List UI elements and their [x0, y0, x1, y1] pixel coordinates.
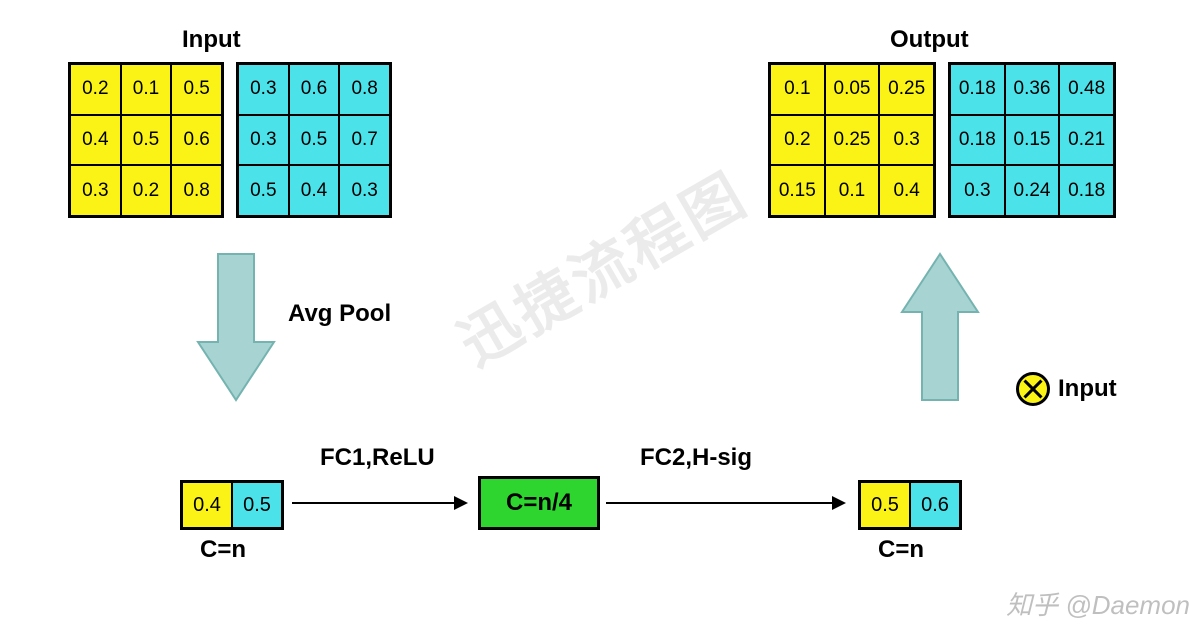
input-grid-yellow: 0.2 0.1 0.5 0.4 0.5 0.6 0.3 0.2 0.8 — [68, 62, 224, 218]
cell: 0.4 — [70, 115, 121, 166]
cell: 0.2 — [121, 165, 172, 216]
arrow-fc2 — [606, 502, 844, 504]
cell: 0.5 — [860, 482, 910, 528]
cell: 0.3 — [70, 165, 121, 216]
cell: 0.8 — [339, 64, 390, 115]
otimes-icon — [1016, 372, 1050, 406]
cell: 0.25 — [825, 115, 880, 166]
cell: 0.3 — [238, 64, 289, 115]
cell: 0.5 — [171, 64, 222, 115]
watermark-center: 迅捷流程图 — [441, 147, 762, 382]
cell: 0.3 — [950, 165, 1005, 216]
bottleneck-label: C=n/4 — [506, 489, 572, 517]
cell: 0.5 — [289, 115, 340, 166]
cell: 0.6 — [289, 64, 340, 115]
arrow-down-icon — [196, 252, 276, 402]
arrow-fc1 — [292, 502, 466, 504]
cell: 0.8 — [171, 165, 222, 216]
cell: 0.2 — [70, 64, 121, 115]
cell: 0.6 — [910, 482, 960, 528]
cell: 0.1 — [770, 64, 825, 115]
cell: 0.15 — [1005, 115, 1060, 166]
input-grid-cyan: 0.3 0.6 0.8 0.3 0.5 0.7 0.5 0.4 0.3 — [236, 62, 392, 218]
cell: 0.2 — [770, 115, 825, 166]
cell: 0.3 — [238, 115, 289, 166]
cell: 0.25 — [879, 64, 934, 115]
cell: 0.36 — [1005, 64, 1060, 115]
cell: 0.15 — [770, 165, 825, 216]
cell: 0.5 — [232, 482, 282, 528]
fc1-label: FC1,ReLU — [320, 444, 435, 472]
cell: 0.1 — [825, 165, 880, 216]
avgpool-label: Avg Pool — [288, 300, 391, 328]
watermark-corner: 知乎 @Daemon — [1006, 585, 1190, 622]
cell: 0.48 — [1059, 64, 1114, 115]
cell: 0.18 — [950, 64, 1005, 115]
cell: 0.3 — [339, 165, 390, 216]
cell: 0.7 — [339, 115, 390, 166]
cell: 0.05 — [825, 64, 880, 115]
cn-right-label: C=n — [878, 536, 924, 564]
cell: 0.4 — [182, 482, 232, 528]
cell: 0.18 — [950, 115, 1005, 166]
cell: 0.5 — [121, 115, 172, 166]
cell: 0.4 — [289, 165, 340, 216]
cell: 0.24 — [1005, 165, 1060, 216]
output-grid-cyan: 0.18 0.36 0.48 0.18 0.15 0.21 0.3 0.24 0… — [948, 62, 1116, 218]
otimes-label: Input — [1058, 375, 1117, 403]
scale-vector: 0.5 0.6 — [858, 480, 962, 530]
cell: 0.5 — [238, 165, 289, 216]
cell: 0.18 — [1059, 165, 1114, 216]
cell: 0.21 — [1059, 115, 1114, 166]
output-grid-yellow: 0.1 0.05 0.25 0.2 0.25 0.3 0.15 0.1 0.4 — [768, 62, 936, 218]
input-title: Input — [182, 26, 241, 54]
otimes-input: Input — [1016, 372, 1117, 406]
bottleneck-box: C=n/4 — [478, 476, 600, 530]
cell: 0.1 — [121, 64, 172, 115]
fc2-label: FC2,H-sig — [640, 444, 752, 472]
cell: 0.4 — [879, 165, 934, 216]
arrow-up-icon — [900, 252, 980, 402]
cell: 0.6 — [171, 115, 222, 166]
pooled-vector: 0.4 0.5 — [180, 480, 284, 530]
cell: 0.3 — [879, 115, 934, 166]
output-title: Output — [890, 26, 969, 54]
cn-left-label: C=n — [200, 536, 246, 564]
